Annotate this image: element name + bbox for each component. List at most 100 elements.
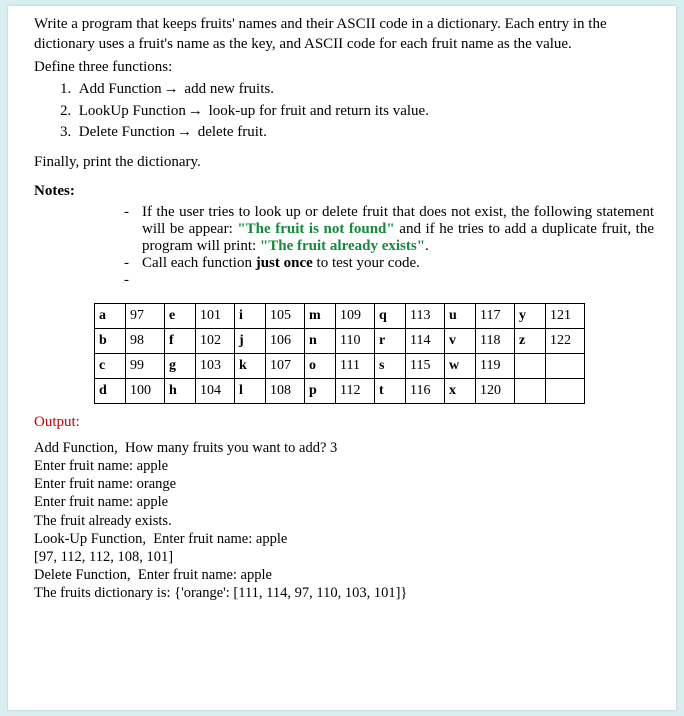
console-line: Enter fruit name: orange [34,475,654,493]
arrow-icon: → [162,81,181,97]
ascii-letter-cell: d [95,379,126,404]
ascii-letter-cell: m [305,304,336,329]
func-item-3: 3. Delete Function→ delete fruit. [60,122,654,144]
ascii-code-cell: 102 [196,329,235,354]
ascii-letter-cell: t [375,379,406,404]
ascii-code-cell: 99 [126,354,165,379]
table-row: a97e101i105m109q113u117y121 [95,304,585,329]
note1-quote2: "The fruit already exists" [260,238,425,254]
ascii-code-cell: 112 [336,379,375,404]
table-row: d100h104l108p112t116x120 [95,379,585,404]
ascii-code-cell: 117 [476,304,515,329]
note2-part-b: to test your code. [313,255,420,271]
ascii-letter-cell: f [165,329,196,354]
note-item-3: - [124,272,654,289]
ascii-letter-cell: q [375,304,406,329]
ascii-letter-cell: k [235,354,266,379]
intro-block: Write a program that keeps fruits' names… [34,14,654,77]
ascii-code-cell: 114 [406,329,445,354]
ascii-letter-cell: a [95,304,126,329]
console-line: [97, 112, 112, 108, 101] [34,548,654,566]
ascii-letter-cell: c [95,354,126,379]
ascii-letter-cell: w [445,354,476,379]
bullet-dash: - [124,272,142,289]
bullet-dash: - [124,204,142,255]
ascii-letter-cell [515,354,546,379]
func2-name: LookUp Function [79,103,186,119]
ascii-table: a97e101i105m109q113u117y121b98f102j106n1… [94,303,585,404]
console-line: The fruits dictionary is: {'orange': [11… [34,584,654,602]
arrow-icon: → [175,124,194,140]
func-item-1: 1. Add Function→ add new fruits. [60,79,654,101]
func1-name: Add Function [79,81,162,97]
note-item-2: - Call each function just once to test y… [124,255,654,272]
ascii-letter-cell: l [235,379,266,404]
console-line: Add Function, How many fruits you want t… [34,439,654,457]
ascii-code-cell: 106 [266,329,305,354]
ascii-code-cell: 111 [336,354,375,379]
ascii-code-cell: 97 [126,304,165,329]
func3-name: Delete Function [79,124,175,140]
table-row: b98f102j106n110r114v118z122 [95,329,585,354]
note2-text: Call each function just once to test you… [142,255,654,272]
ascii-letter-cell: i [235,304,266,329]
ascii-code-cell: 120 [476,379,515,404]
bullet-dash: - [124,255,142,272]
finally-line: Finally, print the dictionary. [34,154,654,171]
ascii-code-cell: 113 [406,304,445,329]
ascii-code-cell: 105 [266,304,305,329]
ascii-code-cell: 103 [196,354,235,379]
arrow-icon: → [186,103,205,119]
func2-desc: look-up for fruit and return its value. [205,103,429,119]
document-page: Write a program that keeps fruits' names… [8,6,676,710]
notes-heading: Notes: [34,183,654,200]
ascii-letter-cell: b [95,329,126,354]
ascii-code-cell: 122 [546,329,585,354]
ascii-code-cell: 110 [336,329,375,354]
ascii-letter-cell: v [445,329,476,354]
ascii-letter-cell: j [235,329,266,354]
table-row: c99g103k107o111s115w119 [95,354,585,379]
note2-bold: just once [256,255,313,271]
define-line: Define three functions: [34,57,654,77]
ascii-code-cell: 108 [266,379,305,404]
note1-text: If the user tries to look up or delete f… [142,204,654,255]
ascii-letter-cell: e [165,304,196,329]
ascii-code-cell: 104 [196,379,235,404]
output-heading: Output: [34,414,654,431]
note2-part-a: Call each function [142,255,256,271]
ascii-letter-cell: h [165,379,196,404]
func3-num: 3. [60,124,71,140]
ascii-letter-cell: s [375,354,406,379]
ascii-letter-cell: g [165,354,196,379]
console-line: Look-Up Function, Enter fruit name: appl… [34,530,654,548]
ascii-code-cell: 100 [126,379,165,404]
func-item-2: 2. LookUp Function→ look-up for fruit an… [60,101,654,123]
ascii-letter-cell: p [305,379,336,404]
ascii-letter-cell: u [445,304,476,329]
console-line: The fruit already exists. [34,512,654,530]
ascii-code-cell: 109 [336,304,375,329]
ascii-letter-cell: z [515,329,546,354]
notes-block: - If the user tries to look up or delete… [124,204,654,289]
ascii-letter-cell: y [515,304,546,329]
note1-quote1: "The fruit is not found" [237,221,394,237]
intro-text: Write a program that keeps fruits' names… [34,14,654,55]
ascii-letter-cell: o [305,354,336,379]
func3-desc: delete fruit. [194,124,267,140]
note1-part-c: . [425,238,429,254]
ascii-code-cell: 115 [406,354,445,379]
ascii-letter-cell: r [375,329,406,354]
func1-num: 1. [60,81,71,97]
func1-desc: add new fruits. [181,81,274,97]
ascii-letter-cell [515,379,546,404]
ascii-code-cell [546,379,585,404]
ascii-code-cell: 98 [126,329,165,354]
ascii-code-cell: 116 [406,379,445,404]
note-item-1: - If the user tries to look up or delete… [124,204,654,255]
functions-list: 1. Add Function→ add new fruits. 2. Look… [60,79,654,144]
ascii-table-wrap: a97e101i105m109q113u117y121b98f102j106n1… [94,303,654,404]
ascii-code-cell: 101 [196,304,235,329]
ascii-code-cell [546,354,585,379]
ascii-code-cell: 119 [476,354,515,379]
